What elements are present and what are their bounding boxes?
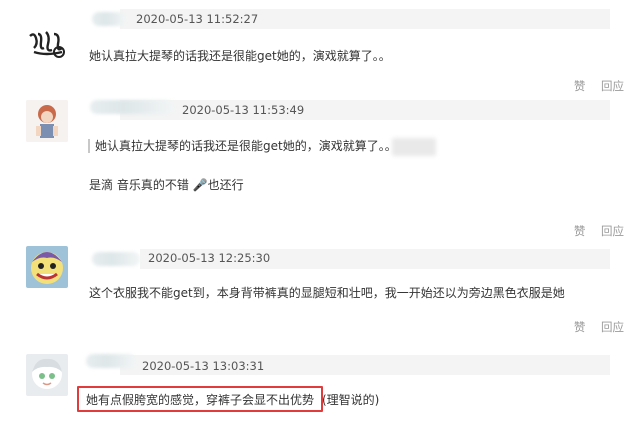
blurred-region [392,138,436,156]
comment-3: 2020-05-13 12:25:30 这个衣服我不能get到，本身背带裤真的显… [0,240,640,336]
username[interactable] [86,354,136,368]
comment-actions: 赞 回应 [562,319,624,335]
like-button[interactable]: 赞 [574,320,586,334]
comment-1: 2020-05-13 11:52:27 她认真拉大提琴的话我还是很能get她的，… [0,0,640,96]
comment-2: 2020-05-13 11:53:49 她认真拉大提琴的话我还是很能get她的，… [0,96,640,238]
avatar[interactable] [26,100,68,142]
comment-text: 她认真拉大提琴的话我还是很能get她的，演戏就算了。。 [89,49,391,63]
reply-button[interactable]: 回应 [601,320,624,334]
comment-text-highlighted: 她有点假胯宽的感觉，穿裤子会显不出优势 [86,393,315,407]
timestamp: 2020-05-13 13:03:31 [142,359,265,373]
timestamp: 2020-05-13 11:52:27 [136,12,259,26]
like-button[interactable]: 赞 [574,79,586,93]
quoted-comment: 她认真拉大提琴的话我还是很能get她的，演戏就算了。。 [88,139,397,153]
username[interactable] [90,100,174,114]
comment-text: 是滴 音乐真的不错 🎤也还行 [89,178,244,192]
comment-text: 这个衣服我不能get到，本身背带裤真的显腿短和壮吧，我一开始还以为旁边黑色衣服是… [89,286,565,300]
comment-actions: 赞 回应 [562,223,624,239]
comment-4: 2020-05-13 13:03:31 她有点假胯宽的感觉，穿裤子会显不出优势 … [0,346,640,433]
comment-actions: 赞 回应 [562,78,624,94]
reply-button[interactable]: 回应 [601,79,624,93]
comment-text-suffix: (理智说的) [322,393,380,407]
avatar[interactable] [26,246,68,288]
avatar[interactable] [26,22,68,64]
like-button[interactable]: 赞 [574,224,586,238]
timestamp: 2020-05-13 11:53:49 [182,103,305,117]
username[interactable] [92,252,140,266]
timestamp: 2020-05-13 12:25:30 [148,251,271,265]
reply-button[interactable]: 回应 [601,224,624,238]
username[interactable] [92,12,126,26]
avatar[interactable] [26,354,68,396]
